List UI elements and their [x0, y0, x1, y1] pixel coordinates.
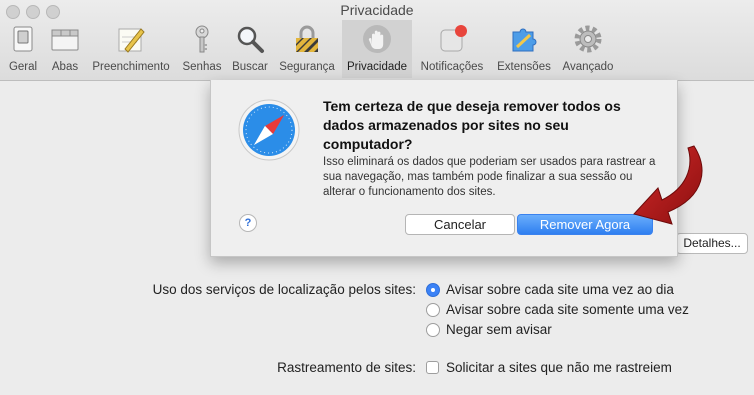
key-icon: [195, 25, 209, 53]
tab-label: Abas: [51, 61, 79, 73]
cancel-button[interactable]: Cancelar: [405, 214, 515, 235]
tab-senhas[interactable]: Senhas: [180, 20, 224, 78]
help-button[interactable]: ?: [239, 214, 257, 232]
switch-icon: [13, 26, 33, 52]
hand-icon: [363, 25, 391, 53]
tabs-icon: [51, 29, 79, 51]
puzzle-icon: [512, 28, 537, 52]
tab-label: Extensões: [497, 61, 551, 73]
radio-ask-daily[interactable]: [426, 283, 440, 297]
gear-icon: [574, 25, 602, 53]
tab-notificacoes[interactable]: Notificações: [416, 20, 488, 78]
tab-seguranca[interactable]: Segurança: [276, 20, 338, 78]
tab-preenchimento[interactable]: Preenchimento: [88, 20, 174, 78]
do-not-track-checkbox[interactable]: [426, 361, 439, 374]
tab-label: Privacidade: [346, 61, 408, 73]
confirm-remove-dialog: Tem certeza de que deseja remover todos …: [210, 80, 678, 257]
tab-label: Geral: [8, 61, 38, 73]
tab-extensoes[interactable]: Extensões: [492, 20, 556, 78]
tab-label: Notificações: [420, 61, 484, 73]
tab-buscar[interactable]: Buscar: [228, 20, 272, 78]
magnifier-icon: [237, 26, 264, 53]
tab-privacidade[interactable]: Privacidade: [342, 20, 412, 78]
preferences-toolbar: Privacidade Geral Abas Preenchimento Sen…: [0, 0, 754, 81]
lock-icon: [296, 25, 318, 52]
radio-ask-once[interactable]: [426, 303, 440, 317]
tab-geral[interactable]: Geral: [4, 20, 42, 78]
tab-label: Preenchimento: [92, 61, 170, 73]
safari-compass-icon: [238, 99, 300, 161]
option-ask-once-label: Avisar sobre cada site somente uma vez: [446, 302, 689, 317]
dialog-message: Isso eliminará os dados que poderiam ser…: [323, 156, 656, 198]
pencil-icon: [118, 28, 145, 53]
tracking-label: Rastreamento de sites:: [277, 360, 416, 375]
tab-abas[interactable]: Abas: [46, 20, 84, 78]
location-services-label: Uso dos serviços de localização pelos si…: [152, 282, 416, 297]
window-title: Privacidade: [340, 2, 414, 18]
tab-label: Buscar: [232, 61, 268, 73]
dialog-title: Tem certeza de que deseja remover todos …: [323, 98, 621, 152]
red-arrow-annotation: [633, 145, 703, 225]
do-not-track-label: Solicitar a sites que não me rastreiem: [446, 360, 672, 375]
notification-icon: [440, 25, 467, 52]
details-button[interactable]: Detalhes...: [676, 233, 748, 254]
option-deny-label: Negar sem avisar: [446, 322, 552, 337]
tab-label: Avançado: [562, 61, 614, 73]
tab-label: Senhas: [182, 61, 222, 73]
radio-deny[interactable]: [426, 323, 440, 337]
tab-avancado[interactable]: Avançado: [560, 20, 616, 78]
tab-label: Segurança: [279, 61, 335, 73]
option-ask-daily-label: Avisar sobre cada site uma vez ao dia: [446, 282, 674, 297]
